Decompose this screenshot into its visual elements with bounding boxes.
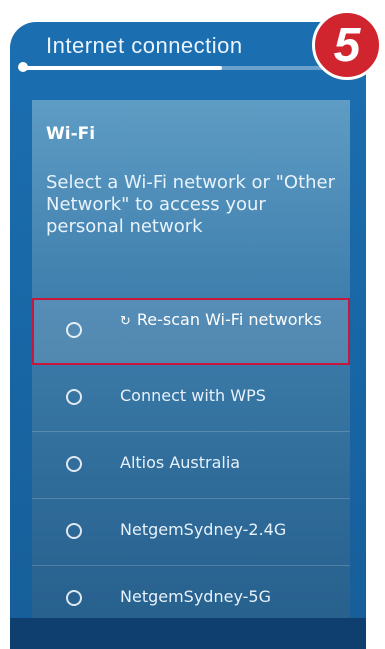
device-bottom: [10, 618, 366, 649]
network-item-rescan[interactable]: ↻ Re-scan Wi-Fi networks: [32, 298, 350, 365]
network-label: NetgemSydney-5G: [120, 587, 271, 606]
radio-button[interactable]: [66, 389, 82, 405]
step-number-badge: 5: [312, 10, 382, 80]
radio-button[interactable]: [66, 590, 82, 606]
progress-start-dot: [18, 62, 28, 72]
network-item-altios[interactable]: Altios Australia: [32, 432, 350, 499]
page-title: Internet connection: [46, 33, 243, 58]
radio-button[interactable]: [66, 523, 82, 539]
radio-button[interactable]: [66, 322, 82, 338]
network-label: ↻ Re-scan Wi-Fi networks: [120, 310, 322, 329]
network-item-netgem-24[interactable]: NetgemSydney-2.4G: [32, 499, 350, 566]
network-label: NetgemSydney-2.4G: [120, 520, 287, 539]
network-list: ↻ Re-scan Wi-Fi networks Connect with WPS…: [32, 298, 350, 633]
radio-button[interactable]: [66, 456, 82, 472]
wifi-panel: Wi-Fi Select a Wi-Fi network or "Other N…: [32, 100, 350, 649]
network-label: Connect with WPS: [120, 386, 266, 405]
section-description: Select a Wi-Fi network or "Other Network…: [46, 172, 336, 237]
network-item-wps[interactable]: Connect with WPS: [32, 365, 350, 432]
refresh-icon: ↻: [120, 314, 131, 329]
section-title: Wi-Fi: [46, 124, 96, 144]
progress-bar: [24, 66, 354, 70]
device-frame: Internet connection Wi-Fi Select a Wi-Fi…: [10, 22, 366, 649]
progress-fill: [24, 66, 222, 70]
network-label: Altios Australia: [120, 453, 241, 472]
